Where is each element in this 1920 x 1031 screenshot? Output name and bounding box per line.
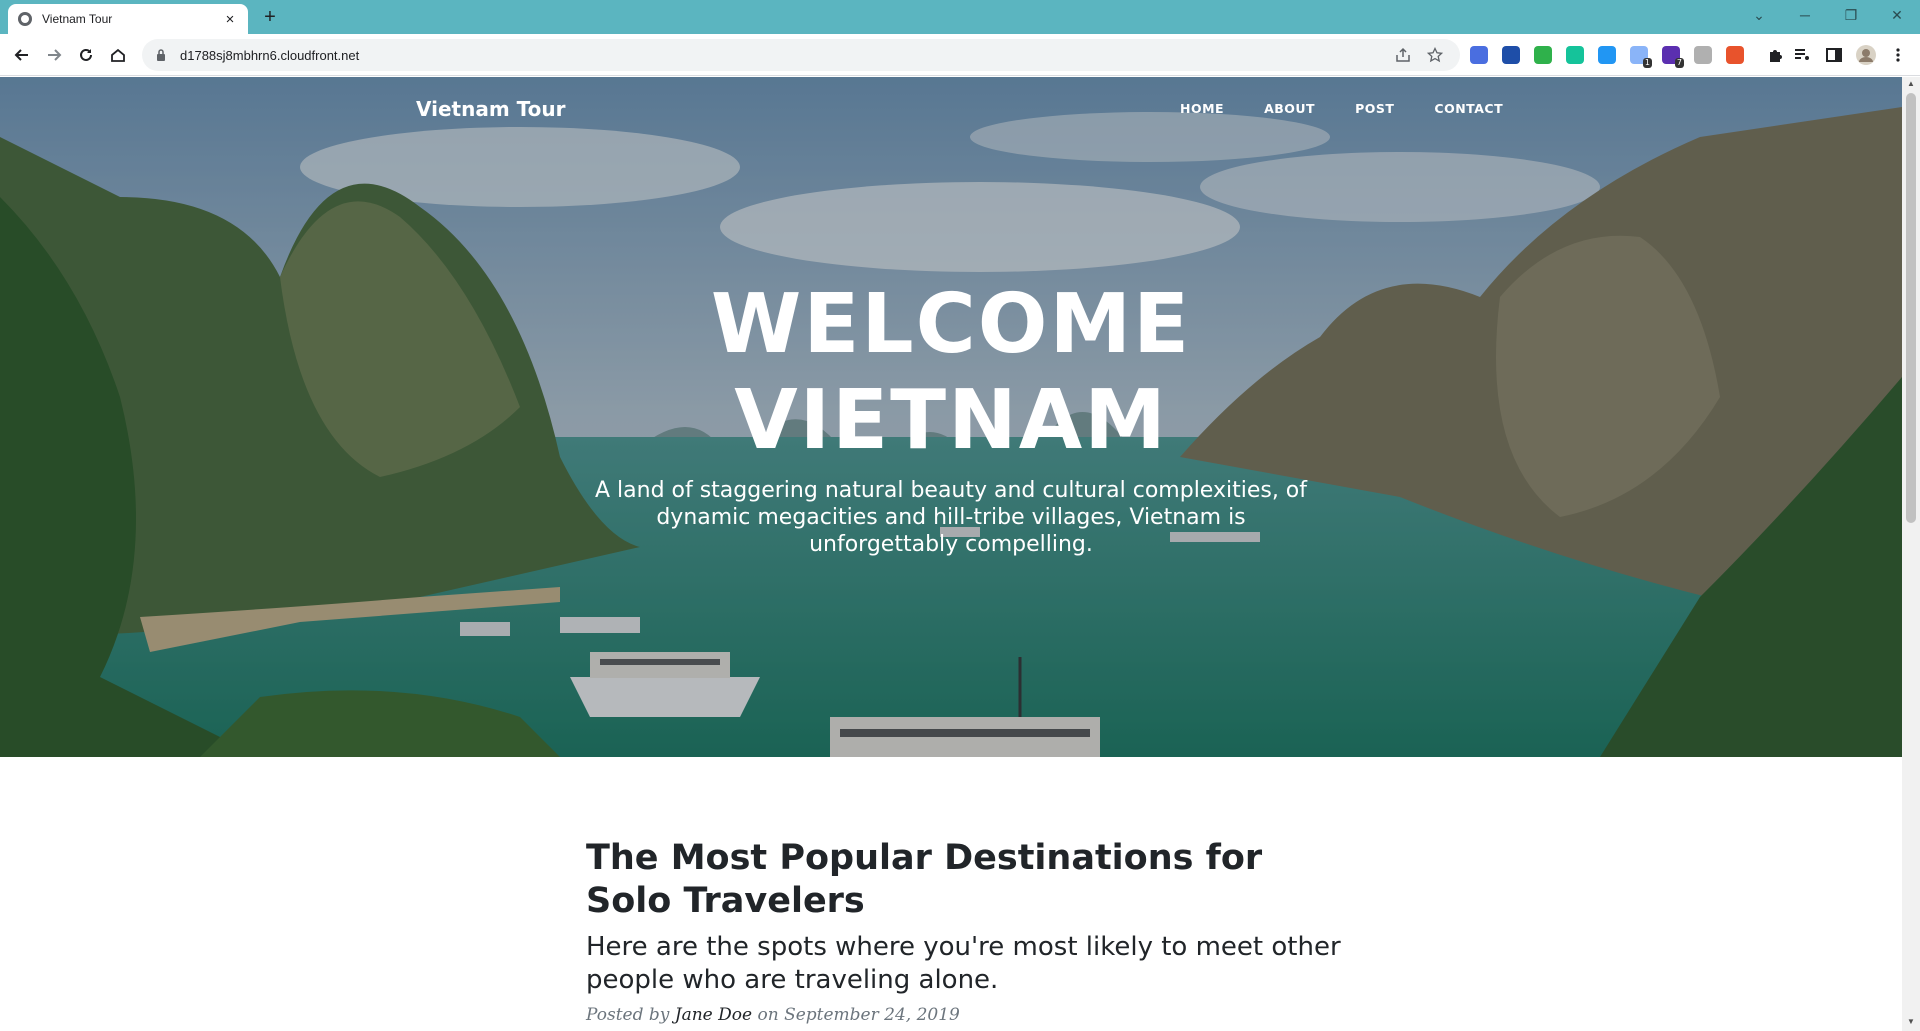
back-button[interactable] <box>8 41 36 69</box>
extension-badge-1-icon[interactable]: 1 <box>1630 46 1652 68</box>
minimize-button[interactable]: ─ <box>1782 0 1828 30</box>
lock-icon[interactable] <box>154 48 168 62</box>
browser-tab-bar: Vietnam Tour × + ⌄ ─ ❐ ✕ <box>0 0 1920 34</box>
nav-about-link[interactable]: ABOUT <box>1244 101 1335 116</box>
side-panel-button[interactable] <box>1820 41 1848 69</box>
side-panel-icon <box>1826 48 1842 62</box>
globe-favicon-icon <box>18 12 32 26</box>
reload-icon <box>80 48 92 61</box>
browser-toolbar: d1788sj8mbhrn6.cloudfront.net 1 7 <box>0 34 1920 76</box>
extension-badge-7-icon[interactable]: 7 <box>1662 46 1684 68</box>
tab-search-chevron-icon[interactable]: ⌄ <box>1736 0 1782 30</box>
scroll-up-arrow-icon[interactable]: ▲ <box>1906 79 1916 89</box>
hero-title-line2: VIETNAM <box>734 373 1168 468</box>
puzzle-icon <box>1770 50 1782 62</box>
post-preview: The Most Popular Destinations for Solo T… <box>586 837 1346 1025</box>
extensions-puzzle-button[interactable] <box>1762 41 1790 69</box>
grammarly-extension-icon[interactable] <box>1566 46 1584 64</box>
scroll-thumb[interactable] <box>1906 93 1916 523</box>
nav-home-link[interactable]: HOME <box>1160 101 1244 116</box>
close-window-button[interactable]: ✕ <box>1874 0 1920 30</box>
url-text[interactable]: d1788sj8mbhrn6.cloudfront.net <box>180 48 1384 63</box>
profile-button[interactable] <box>1852 41 1880 69</box>
kebab-menu-icon <box>1896 48 1900 62</box>
extension-badge: 7 <box>1674 58 1684 68</box>
share-icon[interactable] <box>1390 42 1416 68</box>
page-viewport: Vietnam Tour HOME ABOUT POST CONTACT WEL… <box>0 77 1902 1031</box>
restore-button[interactable]: ❐ <box>1828 0 1874 30</box>
back-arrow-icon <box>14 49 28 61</box>
post-author-link[interactable]: Jane Doe <box>675 1005 752 1025</box>
post-title-link[interactable]: The Most Popular Destinations for Solo T… <box>586 837 1346 923</box>
media-control-button[interactable] <box>1788 41 1816 69</box>
page-scrollbar[interactable]: ▲ ▼ <box>1902 77 1920 1031</box>
hero-title: WELCOME VIETNAM <box>551 277 1351 469</box>
avatar <box>1856 45 1876 65</box>
scroll-down-arrow-icon[interactable]: ▼ <box>1906 1017 1916 1027</box>
home-icon <box>111 48 125 62</box>
nav-post-link[interactable]: POST <box>1335 101 1414 116</box>
site-brand-link[interactable]: Vietnam Tour <box>416 97 565 121</box>
browser-tab[interactable]: Vietnam Tour × <box>8 4 248 34</box>
bookmark-star-icon[interactable] <box>1422 42 1448 68</box>
nav-contact-link[interactable]: CONTACT <box>1414 101 1523 116</box>
home-button[interactable] <box>104 41 132 69</box>
post-meta: Posted by Jane Doe on September 24, 2019 <box>586 1005 1346 1025</box>
playlist-icon <box>1795 49 1809 60</box>
hero-section: Vietnam Tour HOME ABOUT POST CONTACT WEL… <box>0 77 1902 757</box>
address-bar[interactable]: d1788sj8mbhrn6.cloudfront.net <box>142 39 1460 71</box>
reload-button[interactable] <box>72 41 100 69</box>
forward-arrow-icon <box>48 49 62 61</box>
tab-close-icon[interactable]: × <box>222 11 238 28</box>
post-subtitle: Here are the spots where you're most lik… <box>586 932 1341 995</box>
chrome-menu-button[interactable] <box>1884 41 1912 69</box>
fire-extension-icon[interactable] <box>1726 46 1744 64</box>
hero-title-line1: WELCOME <box>710 277 1192 372</box>
post-meta-date: on September 24, 2019 <box>757 1005 960 1025</box>
extension-badge: 1 <box>1642 58 1652 68</box>
shield-extension-icon[interactable] <box>1534 46 1552 64</box>
post-meta-prefix: Posted by <box>586 1005 670 1025</box>
new-tab-button[interactable]: + <box>258 5 282 29</box>
tab-title: Vietnam Tour <box>42 12 113 26</box>
j-extension-icon[interactable] <box>1502 46 1520 64</box>
site-nav: HOME ABOUT POST CONTACT <box>1160 101 1523 116</box>
hero-subtitle: A land of staggering natural beauty and … <box>594 478 1308 557</box>
forward-button[interactable] <box>40 41 68 69</box>
download-extension-icon[interactable] <box>1598 46 1616 64</box>
translate-extension-icon[interactable] <box>1470 46 1488 64</box>
gray-extension-icon[interactable] <box>1694 46 1712 64</box>
